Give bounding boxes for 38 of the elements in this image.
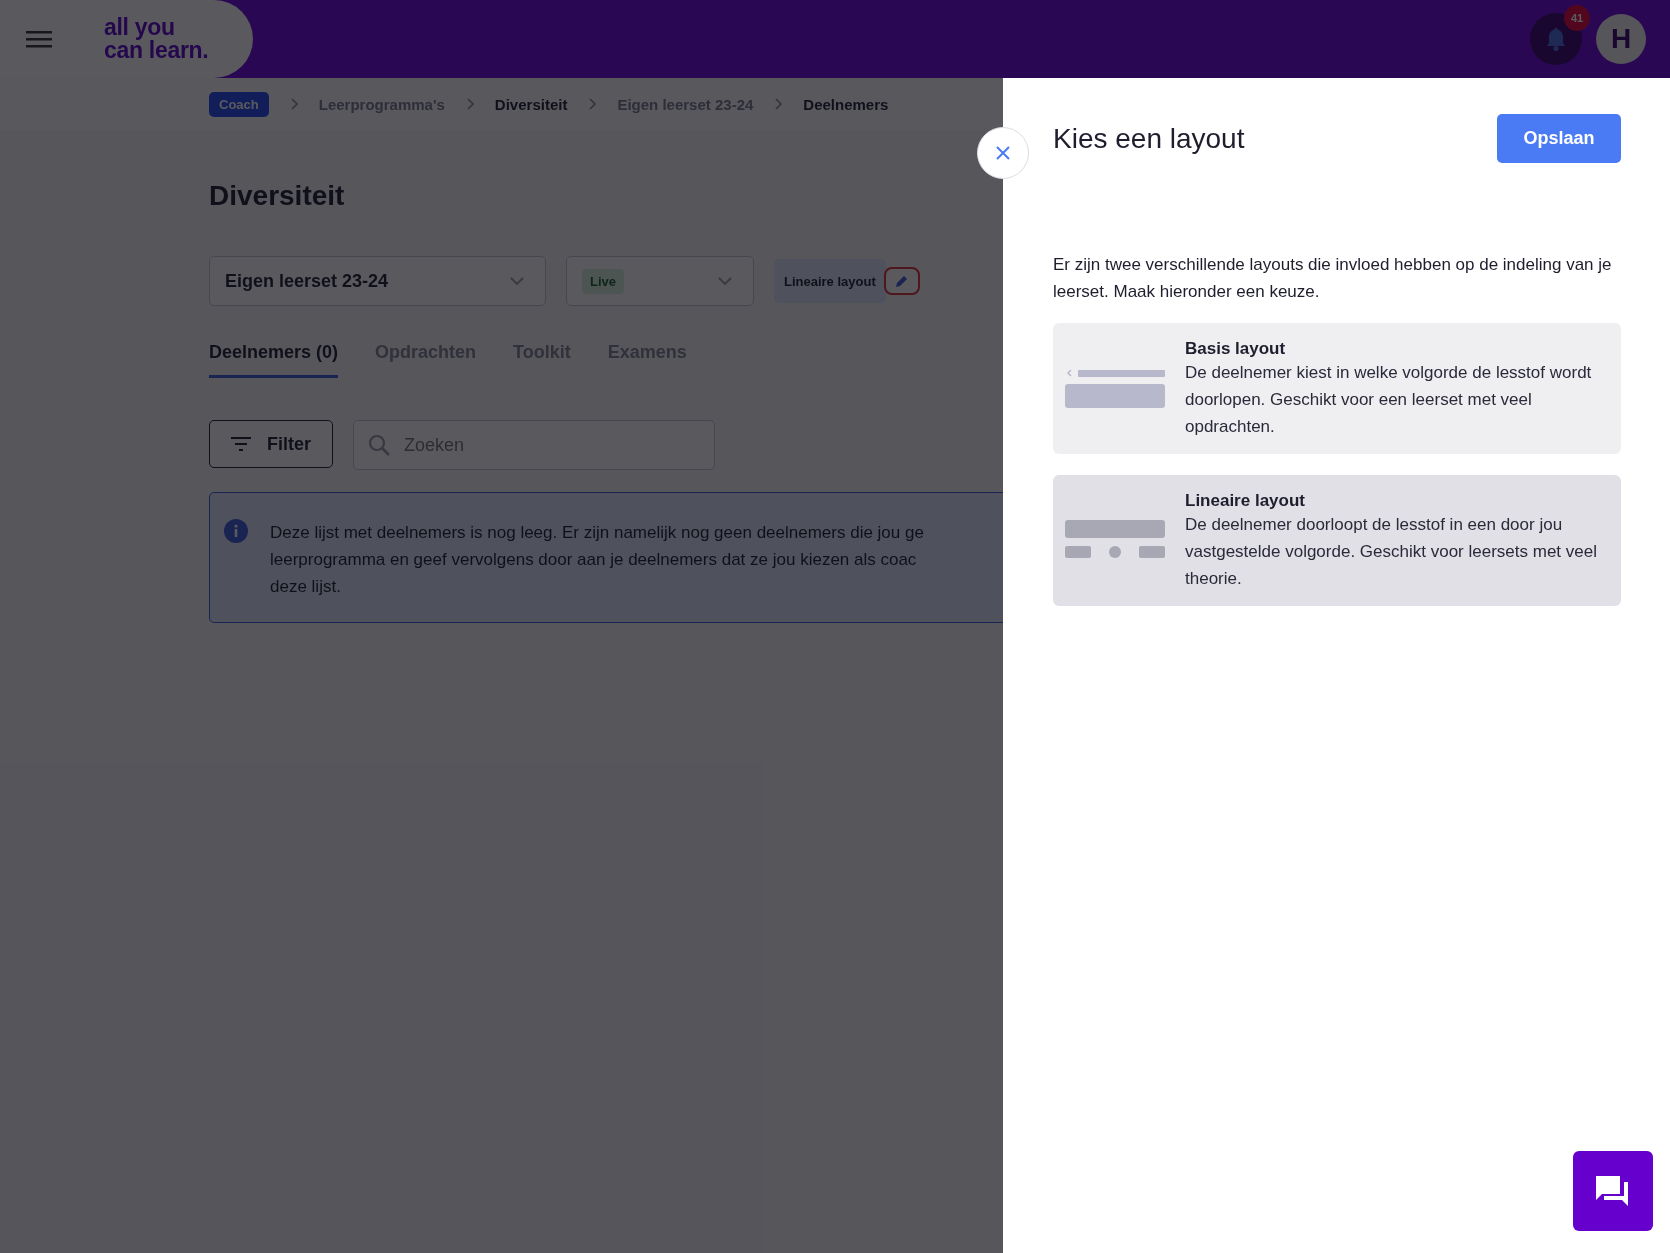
- panel-title: Kies een layout: [1053, 122, 1245, 155]
- notification-count: 41: [1564, 5, 1590, 31]
- menu-icon[interactable]: [26, 29, 52, 49]
- set-select[interactable]: Eigen leerset 23-24: [209, 256, 546, 306]
- chevron-right-icon: [773, 98, 784, 110]
- pencil-icon: [894, 274, 909, 288]
- page-title: Diversiteit: [209, 180, 346, 212]
- option-description: De deelnemer kiest in welke volgorde de lesstof wordt doorlopen. Geschikt voor een leerset met veel opdrachten.: [1185, 362, 1593, 438]
- info-message: Deze lijst met deelnemers is nog leeg. Er zijn namelijk nog geen deelnemers die jou ge leerprogramma en geef vervolgens door aan je deelnemers dat ze jou kiezen als coac deze lijst.: [270, 522, 924, 598]
- filter-icon: [231, 437, 251, 451]
- option-title: Basis layout: [1185, 339, 1287, 359]
- layout-option[interactable]: Basis layout De deelnemer kiest in welke volgorde de lesstof wordt doorlopen. Geschikt voor een leerset met veel opdrachten.: [1053, 323, 1621, 454]
- chevron-right-icon: [288, 98, 299, 110]
- chevron-down-icon: [717, 276, 733, 286]
- bell-icon: [1544, 26, 1568, 52]
- option-description: De deelnemer doorloopt de lesstof in een door jou vastgestelde volgorde. Geschikt voor leersets met veel theorie.: [1185, 514, 1598, 590]
- edit-button[interactable]: [883, 267, 920, 295]
- panel-description: Er zijn twee verschillende layouts die invloed hebben op de indeling van je leerset. Maak hieronder een keuze.: [1053, 254, 1613, 303]
- status-select[interactable]: Live: [566, 256, 754, 306]
- breadcrumb-item[interactable]: Diversiteit: [494, 95, 568, 113]
- option-title: Lineaire layout: [1185, 491, 1306, 511]
- layout-tag: Lineaire layout: [774, 259, 886, 303]
- chevron-right-icon: [464, 98, 475, 110]
- close-button[interactable]: [977, 127, 1029, 179]
- notification-button[interactable]: [1530, 13, 1582, 65]
- info-icon: [224, 519, 248, 543]
- tab[interactable]: Deelnemers (0): [209, 342, 339, 378]
- breadcrumb-item[interactable]: Deelnemers: [803, 95, 889, 113]
- user-avatar[interactable]: H: [1596, 14, 1646, 64]
- role-tag: Coach: [209, 91, 269, 117]
- chevron-down-icon: [509, 276, 525, 286]
- save-button[interactable]: Opslaan: [1497, 114, 1621, 163]
- chat-button[interactable]: [1573, 1151, 1653, 1231]
- filter-button[interactable]: Filter: [209, 420, 333, 468]
- close-icon: [995, 145, 1011, 161]
- search-icon: [367, 433, 391, 457]
- chevron-right-icon: [587, 98, 598, 110]
- layout-option[interactable]: Lineaire layout De deelnemer doorloopt de lesstof in een door jou vastgestelde volgorde. Geschikt voor leersets met veel theorie.: [1053, 475, 1621, 606]
